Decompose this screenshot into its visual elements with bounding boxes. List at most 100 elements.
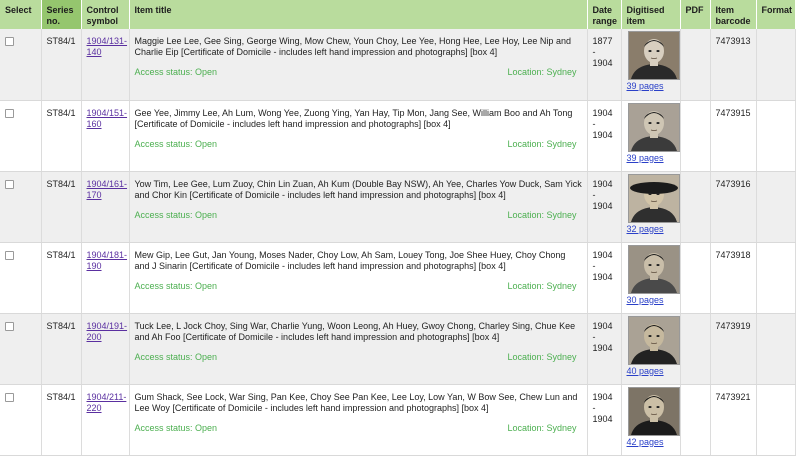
select-checkbox[interactable]: [5, 392, 14, 402]
pages-link[interactable]: 30 pages: [627, 295, 664, 305]
date-start: 1904 -: [592, 107, 613, 129]
barcode-cell: 7473919: [710, 313, 757, 385]
series-cell: ST84/1: [41, 313, 82, 385]
date-end: 1904: [592, 58, 613, 68]
table-row: ST84/1 1904/181- 190 Mew Gip, Lee Gut, Ja…: [0, 242, 796, 314]
header-barcode[interactable]: Item barcode: [710, 0, 757, 29]
header-series[interactable]: Series no.: [41, 0, 82, 29]
header-digitised[interactable]: Digitised item: [621, 0, 681, 29]
select-checkbox[interactable]: [5, 250, 14, 260]
item-barcode: 7473913: [715, 36, 751, 46]
portrait-thumbnail[interactable]: [627, 173, 679, 223]
header-format[interactable]: Format: [756, 0, 796, 29]
format-cell: [756, 242, 796, 314]
barcode-cell: 7473918: [710, 242, 757, 314]
item-barcode: 7473916: [715, 178, 751, 189]
pages-link[interactable]: 39 pages: [627, 153, 664, 163]
item-title: Maggie Lee Lee, Gee Sing, George Wing, M…: [134, 36, 571, 57]
pages-link[interactable]: 32 pages: [627, 224, 664, 234]
format-cell: [756, 171, 796, 243]
portrait-thumbnail[interactable]: [627, 386, 679, 436]
control-symbol-link[interactable]: 1904/181- 190: [87, 250, 128, 271]
control-cell: 1904/191- 200: [81, 313, 130, 385]
select-checkbox[interactable]: [5, 179, 14, 189]
date-cell: 1904 - 1904: [587, 171, 622, 243]
item-barcode: 7473919: [715, 320, 751, 331]
date-start: 1904 -: [592, 391, 613, 413]
date-end: 1904: [592, 200, 613, 211]
date-cell: 1904 - 1904: [587, 384, 622, 456]
title-cell: Gum Shack, See Lock, War Sing, Pan Kee, …: [129, 384, 588, 456]
table-row: ST84/1 1904/131- 140 Maggie Lee Lee, Gee …: [0, 29, 796, 101]
select-cell: [0, 313, 42, 385]
select-cell: [0, 171, 42, 243]
item-barcode: 7473918: [715, 249, 751, 260]
select-checkbox[interactable]: [5, 321, 14, 331]
barcode-cell: 7473921: [710, 384, 757, 456]
control-cell: 1904/151- 160: [81, 100, 130, 172]
select-checkbox[interactable]: [5, 37, 14, 46]
location: Location: Sydney: [507, 280, 577, 291]
title-cell: Yow Tim, Lee Gee, Lum Zuoy, Chin Lin Zua…: [129, 171, 588, 243]
access-status: Access status: Open: [134, 351, 218, 362]
series-number: ST84/1: [46, 36, 76, 46]
header-select[interactable]: Select: [0, 0, 42, 29]
access-status: Access status: Open: [134, 67, 218, 77]
control-cell: 1904/181- 190: [81, 242, 130, 314]
portrait-thumbnail[interactable]: [627, 315, 679, 365]
title-cell: Gee Yee, Jimmy Lee, Ah Lum, Wong Yee, Zu…: [129, 100, 588, 172]
title-cell: Mew Gip, Lee Gut, Jan Young, Moses Nader…: [129, 242, 588, 314]
control-symbol-link[interactable]: 1904/191- 200: [87, 321, 128, 342]
barcode-cell: 7473913: [710, 29, 757, 101]
portrait-thumbnail[interactable]: [627, 31, 679, 80]
header-title[interactable]: Item title: [129, 0, 588, 29]
location: Location: Sydney: [507, 351, 577, 362]
format-cell: [756, 313, 796, 385]
date-cell: 1877 - 1904: [587, 29, 622, 101]
digitised-cell: 30 pages: [621, 242, 681, 314]
control-cell: 1904/211- 220: [81, 384, 130, 456]
series-number: ST84/1: [46, 107, 76, 118]
digitised-cell: 32 pages: [621, 171, 681, 243]
portrait-thumbnail[interactable]: [627, 244, 679, 294]
date-end: 1904: [592, 413, 613, 424]
series-cell: ST84/1: [41, 384, 82, 456]
table-row: ST84/1 1904/151- 160 Gee Yee, Jimmy Lee, …: [0, 100, 796, 172]
access-status: Access status: Open: [134, 422, 218, 433]
location: Location: Sydney: [507, 422, 577, 433]
date-cell: 1904 - 1904: [587, 242, 622, 314]
select-cell: [0, 100, 42, 172]
format-cell: [756, 384, 796, 456]
control-symbol-link[interactable]: 1904/161- 170: [87, 179, 128, 200]
control-symbol-link[interactable]: 1904/151- 160: [87, 108, 128, 129]
series-number: ST84/1: [46, 320, 76, 331]
table-row: ST84/1 1904/161- 170 Yow Tim, Lee Gee, Lu…: [0, 171, 796, 243]
item-title: Yow Tim, Lee Gee, Lum Zuoy, Chin Lin Zua…: [134, 178, 582, 200]
select-checkbox[interactable]: [5, 108, 14, 118]
date-end: 1904: [592, 129, 613, 140]
date-cell: 1904 - 1904: [587, 100, 622, 172]
date-cell: 1904 - 1904: [587, 313, 622, 385]
header-control[interactable]: Control symbol: [81, 0, 130, 29]
item-title: Gee Yee, Jimmy Lee, Ah Lum, Wong Yee, Zu…: [134, 107, 573, 129]
control-symbol-link[interactable]: 1904/131- 140: [87, 36, 128, 57]
pages-link[interactable]: 40 pages: [627, 366, 664, 376]
format-cell: [756, 100, 796, 172]
item-barcode: 7473921: [715, 391, 751, 402]
select-cell: [0, 384, 42, 456]
header-date[interactable]: Date range: [587, 0, 622, 29]
control-cell: 1904/161- 170: [81, 171, 130, 243]
location: Location: Sydney: [507, 138, 577, 149]
pages-link[interactable]: 39 pages: [627, 81, 664, 91]
title-cell: Maggie Lee Lee, Gee Sing, George Wing, M…: [129, 29, 588, 101]
date-start: 1904 -: [592, 178, 613, 200]
location: Location: Sydney: [507, 67, 577, 77]
date-end: 1904: [592, 342, 613, 353]
header-pdf[interactable]: PDF: [680, 0, 711, 29]
series-number: ST84/1: [46, 391, 76, 402]
item-barcode: 7473915: [715, 107, 751, 118]
control-symbol-link[interactable]: 1904/211- 220: [87, 392, 127, 413]
pdf-cell: [680, 242, 711, 314]
pages-link[interactable]: 42 pages: [627, 437, 664, 447]
portrait-thumbnail[interactable]: [627, 102, 679, 152]
